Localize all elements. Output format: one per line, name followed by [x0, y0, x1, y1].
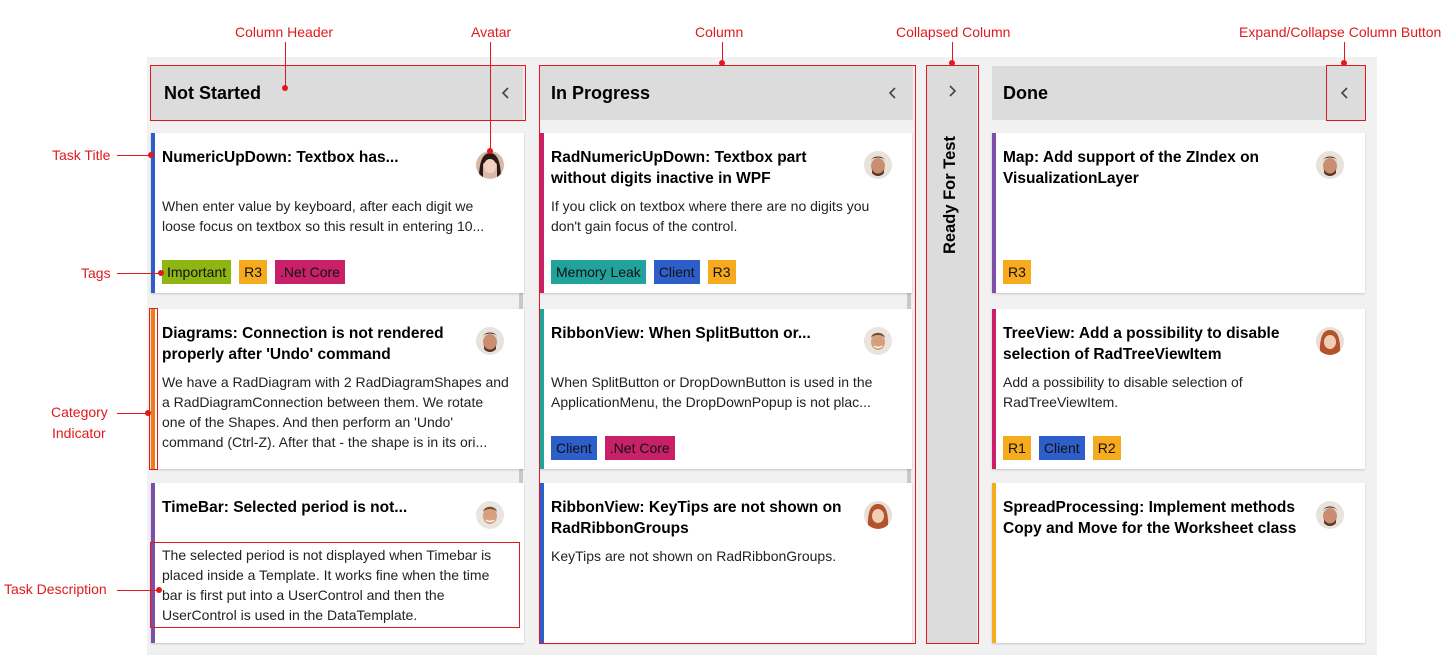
tag: R3 [1003, 260, 1031, 284]
annotation-task-title: Task Title [52, 147, 111, 163]
task-description: When enter value by keyboard, after each… [162, 198, 485, 234]
annotation-line [117, 155, 151, 156]
annotation-collapsed-column: Collapsed Column [896, 24, 1011, 40]
category-indicator [992, 483, 996, 643]
annotation-line [285, 42, 286, 88]
annotation-dot [719, 60, 725, 66]
annotation-line [117, 273, 163, 274]
annotation-column: Column [695, 24, 744, 40]
annotation-box-column [539, 65, 916, 644]
column-title: Done [1003, 83, 1048, 103]
annotation-line [722, 42, 723, 62]
task-title: TreeView: Add a possibility to disable s… [1003, 325, 1280, 363]
annotation-line [117, 590, 160, 591]
tag: Important [162, 260, 232, 284]
avatar [1316, 327, 1344, 355]
annotation-avatar: Avatar [471, 24, 512, 40]
category-indicator [992, 133, 996, 293]
category-indicator [992, 309, 996, 469]
column-header-done: Done [992, 66, 1365, 120]
tag: R3 [239, 260, 268, 284]
task-description: Add a possibility to disable selection o… [1003, 374, 1243, 410]
task-card[interactable]: Map: Add support of the ZIndex on Visual… [992, 133, 1365, 293]
annotation-line [490, 42, 491, 152]
tag: Client [1038, 436, 1085, 460]
annotation-line [952, 42, 953, 62]
task-title: NumericUpDown: Textbox has... [162, 149, 399, 166]
annotation-column-header: Column Header [235, 24, 334, 40]
task-card[interactable]: SpreadProcessing: Implement methods Copy… [992, 483, 1365, 643]
avatar [476, 151, 504, 179]
annotation-dot [282, 85, 288, 91]
annotation-box-task-description [150, 542, 520, 628]
annotation-dot [145, 410, 151, 416]
annotation-task-description: Task Description [4, 581, 107, 597]
annotation-box-collapsed-column [926, 65, 979, 644]
annotation-dot [156, 587, 162, 593]
annotation-dot [949, 60, 955, 66]
task-card[interactable]: Diagrams: Connection is not rendered pro… [151, 309, 524, 469]
annotation-box-expand-collapse [1326, 65, 1366, 121]
avatar [476, 501, 504, 529]
tag: .Net Core [275, 260, 345, 284]
annotation-dot [148, 152, 154, 158]
annotation-box-column-header [150, 65, 526, 121]
avatar [1316, 501, 1344, 529]
task-title: TimeBar: Selected period is not... [162, 499, 408, 516]
annotation-category-line-1: Category [51, 404, 108, 420]
avatar [1316, 151, 1344, 179]
tag-list: Important R3 .Net Core [162, 260, 345, 284]
annotation-tags: Tags [81, 265, 111, 281]
task-card[interactable]: TreeView: Add a possibility to disable s… [992, 309, 1365, 469]
task-title: Map: Add support of the ZIndex on Visual… [1003, 149, 1260, 187]
annotation-dot [487, 148, 493, 154]
tag: R2 [1092, 436, 1121, 460]
tag: R1 [1003, 436, 1031, 460]
annotation-category-line-2: Indicator [52, 425, 106, 441]
tag-list: R1 Client R2 [1003, 436, 1121, 460]
task-title: Diagrams: Connection is not rendered pro… [162, 325, 444, 363]
task-description: We have a RadDiagram with 2 RadDiagramSh… [162, 374, 509, 450]
task-card[interactable]: NumericUpDown: Textbox has... When enter… [151, 133, 524, 293]
annotation-dot [158, 270, 164, 276]
task-title: SpreadProcessing: Implement methods Copy… [1003, 499, 1297, 537]
annotation-line [1344, 42, 1345, 62]
annotation-dot [1341, 60, 1347, 66]
avatar [476, 327, 504, 355]
tag-list: R3 [1003, 260, 1031, 284]
annotation-box-category-indicator [149, 308, 158, 470]
annotation-expand-collapse: Expand/Collapse Column Button [1239, 24, 1442, 40]
